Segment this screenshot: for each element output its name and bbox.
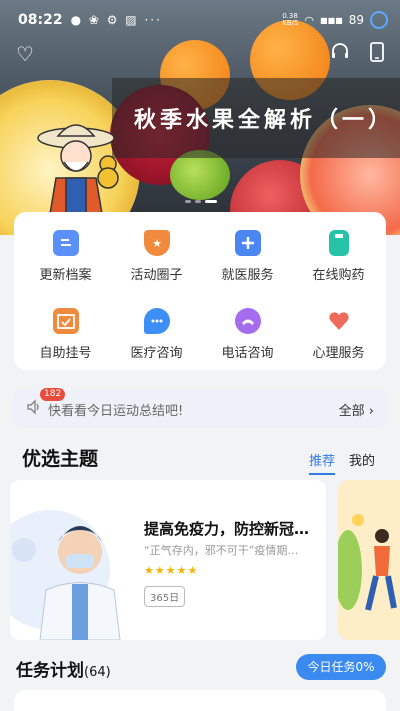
- service-label: 活动圈子: [130, 268, 183, 283]
- medicine-bottle-icon: [328, 230, 349, 256]
- notice-badge: 182: [40, 388, 66, 401]
- all-label: 全部: [338, 403, 365, 419]
- indicator-dot-active: [205, 200, 217, 203]
- duration-tag: 365日: [144, 586, 186, 607]
- service-self-register[interactable]: 自助挂号: [19, 308, 112, 361]
- status-bar: 08:22 ● ❀ ⚙ ▨ ··· 0.38 KB/S ◠ ■■■ 89: [0, 0, 400, 40]
- service-psychology[interactable]: 心理服务: [292, 308, 385, 361]
- speaker-icon: [26, 399, 42, 419]
- tasks-title-text: 任务计划: [16, 661, 84, 681]
- battery-ring-icon: [370, 11, 388, 29]
- tasks-count: (64): [84, 665, 111, 680]
- service-update-profile[interactable]: 更新档案: [19, 230, 112, 283]
- service-medical[interactable]: 就医服务: [201, 230, 294, 283]
- service-label: 在线购药: [312, 268, 365, 283]
- tab-mine[interactable]: 我的: [349, 450, 375, 469]
- service-label: 电话咨询: [221, 346, 274, 361]
- topics-title: 优选主题: [22, 448, 99, 470]
- rating-stars: ★★★★★: [144, 564, 199, 577]
- headset-icon[interactable]: [330, 42, 350, 67]
- status-time: 08:22: [18, 12, 63, 28]
- service-phone-consult[interactable]: 电话咨询: [201, 308, 294, 361]
- notification-icons: ● ❀ ⚙ ▨ ···: [70, 13, 162, 27]
- badge-icon: ★: [143, 230, 170, 256]
- medical-plus-icon: [234, 230, 261, 256]
- service-label: 就医服务: [221, 268, 274, 283]
- banner-title[interactable]: 秋季水果全解析（一）: [112, 78, 400, 158]
- heart-hand-icon: [326, 308, 352, 334]
- today-tasks-button[interactable]: 今日任务0%: [296, 654, 386, 680]
- topic-card-next[interactable]: [338, 480, 400, 640]
- service-label: 更新档案: [39, 268, 92, 283]
- document-icon: [52, 230, 79, 256]
- service-label: 自助挂号: [39, 346, 92, 361]
- topic-subtitle: “正气存内，邪不可干”疫情期…: [144, 544, 299, 557]
- topic-title: 提高免疫力，防控新冠…: [144, 520, 310, 538]
- service-buy-medicine[interactable]: 在线购药: [292, 230, 385, 283]
- phone-icon[interactable]: [370, 42, 384, 67]
- notice-all-link[interactable]: 全部 ›: [339, 400, 374, 419]
- indicator-dot: [195, 200, 201, 203]
- services-grid: 更新档案 ★ 活动圈子 就医服务 在线购药 自助挂号 医疗咨询 电话咨询 心理服…: [14, 212, 386, 370]
- chat-bubble-icon: [143, 308, 170, 334]
- mascot-illustration: [37, 124, 119, 215]
- calendar-icon: [52, 308, 79, 334]
- heart-icon[interactable]: ♡: [16, 42, 34, 66]
- service-label: 医疗咨询: [130, 346, 183, 361]
- battery-level: 89: [348, 13, 364, 27]
- notice-text: 快看看今日运动总结吧!: [48, 403, 184, 419]
- telephone-icon: [234, 308, 261, 334]
- indicator-dot: [185, 200, 191, 203]
- chevron-right-icon: ›: [368, 403, 374, 419]
- service-medical-consult[interactable]: 医疗咨询: [110, 308, 203, 361]
- tasks-title: 任务计划(64): [16, 656, 111, 681]
- carousel-indicator: [185, 200, 217, 203]
- service-label: 心理服务: [312, 346, 365, 361]
- service-activity-circle[interactable]: ★ 活动圈子: [110, 230, 203, 283]
- doctor-illustration: [10, 510, 121, 640]
- topic-card[interactable]: 提高免疫力，防控新冠… “正气存内，邪不可干”疫情期… ★★★★★ 365日: [10, 480, 326, 640]
- hero-banner[interactable]: 08:22 ● ❀ ⚙ ▨ ··· 0.38 KB/S ◠ ■■■ 89 ♡ 秋…: [0, 0, 400, 235]
- notice-bar[interactable]: 182 快看看今日运动总结吧! 全部 ›: [14, 388, 386, 428]
- wifi-icon: ◠: [304, 13, 315, 27]
- tab-recommended[interactable]: 推荐: [309, 450, 336, 475]
- svg-text:★: ★: [152, 237, 162, 250]
- signal-icon: ■■■: [320, 15, 343, 25]
- network-speed: 0.38 KB/S: [282, 12, 299, 27]
- runner-illustration: [338, 514, 397, 611]
- topics-header: 优选主题 推荐 我的: [0, 440, 400, 475]
- top-actions: ♡: [0, 40, 400, 70]
- tasks-card[interactable]: [14, 690, 386, 711]
- status-right: 0.38 KB/S ◠ ■■■ 89: [282, 11, 388, 29]
